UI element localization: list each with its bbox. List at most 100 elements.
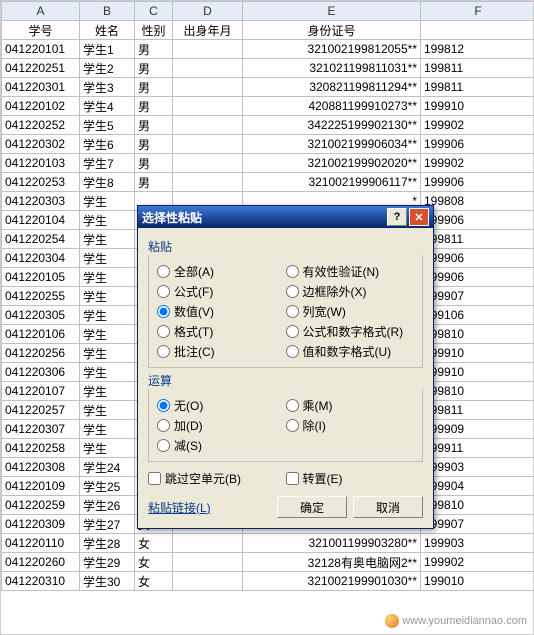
cell[interactable]: 321002199906034** xyxy=(243,135,421,154)
cell[interactable]: 041220103 xyxy=(2,154,80,173)
cancel-button[interactable]: 取消 xyxy=(353,496,423,518)
cell[interactable]: 041220257 xyxy=(2,401,80,420)
cell[interactable]: 041220253 xyxy=(2,173,80,192)
cell[interactable]: 041220303 xyxy=(2,192,80,211)
cell[interactable]: 学生 xyxy=(80,401,135,420)
radio-option[interactable]: 值和数字格式(U) xyxy=(286,341,415,361)
cell[interactable]: 男 xyxy=(135,97,173,116)
cell[interactable]: 199910 xyxy=(421,97,534,116)
cell[interactable]: 学生 xyxy=(80,382,135,401)
cell[interactable] xyxy=(173,534,243,553)
cell[interactable]: 199810 xyxy=(421,496,534,515)
cell[interactable]: 321002199906117** xyxy=(243,173,421,192)
cell[interactable]: 学生 xyxy=(80,420,135,439)
cell[interactable]: 学生 xyxy=(80,325,135,344)
header-cell[interactable]: 身份证号 xyxy=(243,21,421,40)
radio-option[interactable]: 减(S) xyxy=(157,435,286,455)
cell[interactable]: 学生4 xyxy=(80,97,135,116)
cell[interactable]: 041220254 xyxy=(2,230,80,249)
cell[interactable]: 学生27 xyxy=(80,515,135,534)
cell[interactable] xyxy=(173,40,243,59)
header-cell[interactable]: 出身年月 xyxy=(173,21,243,40)
cell[interactable]: 男 xyxy=(135,154,173,173)
cell[interactable]: 041220110 xyxy=(2,534,80,553)
cell[interactable]: 学生 xyxy=(80,287,135,306)
radio-option[interactable]: 无(O) xyxy=(157,395,286,415)
cell[interactable]: 学生6 xyxy=(80,135,135,154)
cell[interactable]: 041220301 xyxy=(2,78,80,97)
cell[interactable]: 199906 xyxy=(421,249,534,268)
cell[interactable]: 199910 xyxy=(421,363,534,382)
cell[interactable]: 学生26 xyxy=(80,496,135,515)
cell[interactable]: 学生24 xyxy=(80,458,135,477)
cell[interactable]: 199811 xyxy=(421,230,534,249)
cell[interactable]: 041220107 xyxy=(2,382,80,401)
cell[interactable]: 321001199903280** xyxy=(243,534,421,553)
cell[interactable]: 199911 xyxy=(421,439,534,458)
cell[interactable]: 199906 xyxy=(421,268,534,287)
cell[interactable]: 学生1 xyxy=(80,40,135,59)
cell[interactable]: 199904 xyxy=(421,477,534,496)
col-header[interactable]: D xyxy=(173,2,243,21)
cell[interactable]: 32128有奥电脑网2** xyxy=(243,553,421,572)
radio-option[interactable]: 有效性验证(N) xyxy=(286,261,415,281)
cell[interactable]: 342225199902130** xyxy=(243,116,421,135)
cell[interactable]: 男 xyxy=(135,40,173,59)
cell[interactable]: 学生3 xyxy=(80,78,135,97)
cell[interactable]: 041220105 xyxy=(2,268,80,287)
cell[interactable]: 199906 xyxy=(421,135,534,154)
cell[interactable]: 男 xyxy=(135,135,173,154)
cell[interactable]: 学生 xyxy=(80,268,135,287)
cell[interactable]: 041220306 xyxy=(2,363,80,382)
cell[interactable] xyxy=(173,572,243,591)
cell[interactable]: 男 xyxy=(135,116,173,135)
cell[interactable]: 学生 xyxy=(80,344,135,363)
cell[interactable]: 321002199812055** xyxy=(243,40,421,59)
cell[interactable]: 041220251 xyxy=(2,59,80,78)
cell[interactable]: 199902 xyxy=(421,553,534,572)
cell[interactable]: 199106 xyxy=(421,306,534,325)
cell[interactable] xyxy=(173,78,243,97)
cell[interactable]: 321002199902020** xyxy=(243,154,421,173)
header-cell[interactable]: 姓名 xyxy=(80,21,135,40)
cell[interactable]: 199810 xyxy=(421,382,534,401)
cell[interactable]: 学生7 xyxy=(80,154,135,173)
cell[interactable] xyxy=(173,553,243,572)
cell[interactable]: 199907 xyxy=(421,287,534,306)
cell[interactable]: 学生28 xyxy=(80,534,135,553)
cell[interactable] xyxy=(173,173,243,192)
cell[interactable]: 041220258 xyxy=(2,439,80,458)
cell[interactable]: 321002199901030** xyxy=(243,572,421,591)
cell[interactable]: 041220259 xyxy=(2,496,80,515)
radio-option[interactable]: 加(D) xyxy=(157,415,286,435)
cell[interactable]: 041220305 xyxy=(2,306,80,325)
cell[interactable]: 041220106 xyxy=(2,325,80,344)
close-icon[interactable]: ✕ xyxy=(409,208,429,226)
radio-option[interactable]: 列宽(W) xyxy=(286,301,415,321)
cell[interactable]: 199906 xyxy=(421,211,534,230)
cell[interactable]: 学生 xyxy=(80,230,135,249)
radio-option[interactable]: 除(I) xyxy=(286,415,415,435)
cell[interactable]: 041220309 xyxy=(2,515,80,534)
cell[interactable]: 男 xyxy=(135,173,173,192)
cell[interactable]: 199010 xyxy=(421,572,534,591)
radio-option[interactable]: 格式(T) xyxy=(157,321,286,341)
radio-option[interactable]: 公式和数字格式(R) xyxy=(286,321,415,341)
cell[interactable]: 女 xyxy=(135,572,173,591)
ok-button[interactable]: 确定 xyxy=(277,496,347,518)
cell[interactable]: 041220109 xyxy=(2,477,80,496)
cell[interactable]: 041220302 xyxy=(2,135,80,154)
cell[interactable]: 041220255 xyxy=(2,287,80,306)
col-header[interactable]: E xyxy=(243,2,421,21)
cell[interactable]: 学生 xyxy=(80,439,135,458)
cell[interactable]: 学生 xyxy=(80,363,135,382)
cell[interactable]: 199910 xyxy=(421,344,534,363)
radio-option[interactable]: 数值(V) xyxy=(157,301,286,321)
dialog-titlebar[interactable]: 选择性粘贴 ? ✕ xyxy=(138,206,433,228)
cell[interactable]: 320821199811294** xyxy=(243,78,421,97)
cell[interactable]: 041220307 xyxy=(2,420,80,439)
cell[interactable] xyxy=(173,116,243,135)
cell[interactable]: 学生29 xyxy=(80,553,135,572)
paste-link[interactable]: 粘贴链接(L) xyxy=(148,499,211,516)
cell[interactable]: 199811 xyxy=(421,78,534,97)
